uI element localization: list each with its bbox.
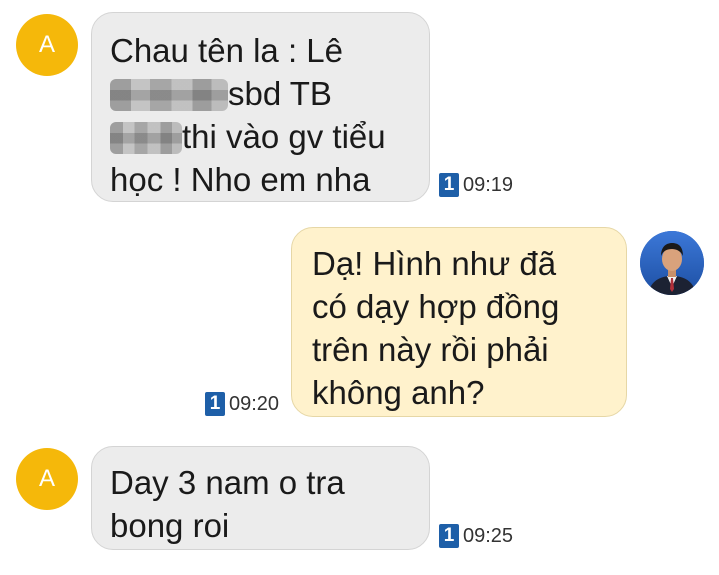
outgoing-message-bubble[interactable]: Dạ! Hình như đã có dạy hợp đồng trên này… xyxy=(291,227,627,417)
message-text: sbd TB xyxy=(228,75,332,112)
message-line: có dạy hợp đồng xyxy=(312,288,560,325)
incoming-message-bubble[interactable]: Chau tên la : Lê sbd TB thi vào gv tiểu … xyxy=(91,12,430,202)
message-line: trên này rồi phải xyxy=(312,331,549,368)
message-line: Chau tên la : Lê xyxy=(110,32,343,69)
incoming-message-bubble[interactable]: Day 3 nam o tra bong roi xyxy=(91,446,430,550)
message-line: Day 3 nam o tra xyxy=(110,464,345,501)
message-text: thi vào gv tiểu xyxy=(182,118,386,155)
message-line: thi vào gv tiểu xyxy=(110,115,413,158)
avatar-initial: A xyxy=(38,465,55,492)
message-line: không anh? xyxy=(312,374,485,411)
message-line: bong roi xyxy=(110,507,230,544)
redacted-text xyxy=(110,79,228,111)
message-meta: 1 09:25 xyxy=(439,524,513,548)
sim-badge: 1 xyxy=(439,173,459,197)
message-line: Dạ! Hình như đã xyxy=(312,245,557,282)
user-photo-icon xyxy=(640,231,704,295)
sim-badge: 1 xyxy=(439,524,459,548)
message-time: 09:25 xyxy=(463,524,514,547)
message-time: 09:20 xyxy=(229,392,280,415)
sim-badge: 1 xyxy=(205,392,225,416)
contact-avatar[interactable]: A xyxy=(16,14,78,76)
message-meta: 1 09:20 xyxy=(205,392,279,416)
avatar-initial: A xyxy=(38,31,55,58)
message-time: 09:19 xyxy=(463,173,514,196)
redacted-text xyxy=(110,122,182,154)
contact-avatar[interactable]: A xyxy=(16,448,78,510)
user-avatar[interactable] xyxy=(640,231,704,295)
message-line: sbd TB xyxy=(110,72,413,115)
message-meta: 1 09:19 xyxy=(439,173,513,197)
message-line: học ! Nho em nha xyxy=(110,161,371,198)
